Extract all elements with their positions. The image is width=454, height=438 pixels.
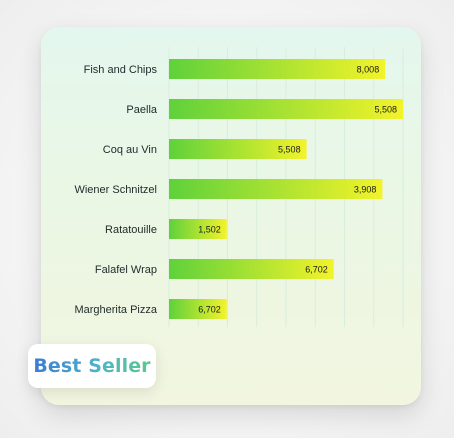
value-label: 3,908 (354, 185, 377, 195)
bar[interactable] (169, 59, 386, 79)
value-label: 5,508 (278, 145, 301, 155)
category-label: Margherita Pizza (74, 304, 157, 316)
best-seller-label: Best Seller (33, 355, 151, 377)
value-label: 6,702 (305, 265, 328, 275)
bar[interactable] (169, 99, 403, 119)
stage: Fish and Chips 8,008 Paella 5,508 Coq au Vin… (0, 0, 454, 438)
value-label: 5,508 (374, 105, 397, 115)
category-label: Wiener Schnitzel (74, 184, 157, 196)
category-label: Fish and Chips (84, 64, 158, 76)
best-seller-badge[interactable]: Best Seller (28, 344, 156, 388)
bar[interactable] (169, 179, 383, 199)
value-label: 6,702 (198, 305, 221, 315)
value-label: 1,502 (198, 225, 221, 235)
category-label: Ratatouille (105, 224, 157, 236)
category-label: Paella (126, 104, 157, 116)
category-label: Coq au Vin (103, 144, 157, 156)
value-label: 8,008 (357, 65, 380, 75)
category-label: Falafel Wrap (95, 264, 157, 276)
